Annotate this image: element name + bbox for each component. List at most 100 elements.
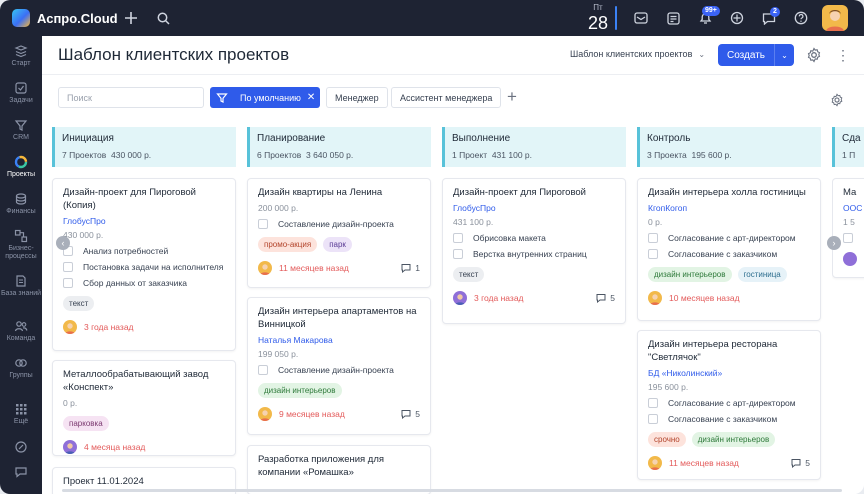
search-input[interactable]: Поиск: [58, 87, 204, 108]
task-item[interactable]: Составление дизайн-проекта: [258, 219, 420, 229]
sidebar-item-groups[interactable]: Группы: [0, 356, 42, 380]
task-checkbox[interactable]: [453, 233, 463, 243]
task-checkbox[interactable]: [648, 414, 658, 424]
sidebar-item-crm[interactable]: CRM: [0, 118, 42, 142]
calendar-date[interactable]: Пт 28: [585, 3, 611, 33]
board-settings-gear-icon[interactable]: [830, 93, 844, 107]
comments-count[interactable]: 5: [596, 293, 615, 303]
mail-icon[interactable]: [632, 9, 650, 27]
filter-chip-manager[interactable]: Менеджер: [326, 87, 388, 108]
more-vertical-icon[interactable]: ⋮: [836, 46, 850, 64]
task-item[interactable]: Согласование с арт-директором: [648, 398, 810, 408]
comments-count[interactable]: 1: [401, 263, 420, 273]
column-header[interactable]: Инициация 7 Проектов 430 000 р.: [52, 127, 236, 167]
close-icon[interactable]: ✕: [307, 92, 315, 103]
create-dropdown-icon[interactable]: ⌄: [775, 51, 794, 60]
task-checkbox[interactable]: [258, 219, 268, 229]
template-select[interactable]: Шаблон клиентских проектов ⌄: [570, 49, 705, 59]
comments-count[interactable]: 5: [401, 409, 420, 419]
task-item[interactable]: Анализ потребностей: [63, 246, 225, 256]
assignee-avatar[interactable]: [258, 407, 272, 421]
project-card[interactable]: Дизайн интерьера холла гостиницы КгопКог…: [637, 178, 821, 321]
card-client-link[interactable]: КгопКогоп: [648, 203, 810, 213]
add-filter-plus-icon[interactable]: +: [504, 86, 520, 108]
task-item[interactable]: Согласование с заказчиком: [648, 414, 810, 424]
assignee-avatar[interactable]: [648, 291, 662, 305]
card-client-link[interactable]: ООС: [843, 203, 864, 213]
card-client-link[interactable]: БД «Николинский»: [648, 368, 810, 378]
task-item[interactable]: Обрисовка макета: [453, 233, 615, 243]
task-item[interactable]: Согласование с заказчиком: [648, 249, 810, 259]
tag[interactable]: дизайн интерьеров: [691, 432, 776, 447]
scroll-right-icon[interactable]: ›: [827, 236, 841, 250]
user-avatar[interactable]: [822, 5, 848, 31]
plus-icon[interactable]: [122, 9, 140, 27]
task-checkbox[interactable]: [648, 398, 658, 408]
column-header[interactable]: Контроль 3 Проекта 195 600 р.: [637, 127, 821, 167]
task-item[interactable]: Согласование с арт-директором: [648, 233, 810, 243]
project-card[interactable]: Дизайн интерьера ресторана "Светлячок" Б…: [637, 330, 821, 480]
task-checkbox[interactable]: [63, 262, 73, 272]
sidebar-item-start[interactable]: Старт: [0, 44, 42, 68]
search-icon[interactable]: [154, 9, 172, 27]
tag[interactable]: парк: [323, 237, 352, 252]
project-card[interactable]: Дизайн квартиры на Ленина 200 000 р. Сос…: [247, 178, 431, 288]
filter-chip-assistant[interactable]: Ассистент менеджера: [391, 87, 502, 108]
sidebar-item-team[interactable]: Команда: [0, 319, 42, 343]
sidebar-item-feedback[interactable]: [0, 465, 42, 481]
task-checkbox[interactable]: [453, 249, 463, 259]
horizontal-scrollbar[interactable]: [62, 489, 842, 492]
notes-icon[interactable]: [664, 9, 682, 27]
tag[interactable]: промо-акция: [258, 237, 318, 252]
project-card[interactable]: Дизайн интерьера апартаментов на Винницк…: [247, 297, 431, 435]
assignee-avatar[interactable]: [258, 261, 272, 275]
tag[interactable]: срочно: [648, 432, 686, 447]
sidebar-item-support[interactable]: [0, 440, 42, 456]
sidebar-item-tasks[interactable]: Задачи: [0, 81, 42, 105]
settings-gear-icon[interactable]: [806, 47, 822, 63]
project-card[interactable]: Дизайн-проект для Пироговой (Копия) Глоб…: [52, 178, 236, 351]
card-client-link[interactable]: ГлобусПро: [453, 203, 615, 213]
sidebar-item-processes[interactable]: Бизнес-процессы: [0, 229, 42, 261]
task-item[interactable]: Верстка внутренних страниц: [453, 249, 615, 259]
scroll-left-icon[interactable]: ‹: [56, 236, 70, 250]
column-header[interactable]: Сда 1 П: [832, 127, 864, 167]
sidebar-item-finance[interactable]: Финансы: [0, 192, 42, 216]
tag[interactable]: текст: [63, 296, 95, 311]
sidebar-item-more[interactable]: Ещё: [0, 402, 42, 426]
help-icon[interactable]: [792, 9, 810, 27]
assignee-avatar[interactable]: [63, 440, 77, 454]
task-checkbox[interactable]: [843, 233, 853, 243]
task-item[interactable]: [843, 233, 864, 243]
assignee-avatar[interactable]: [648, 456, 662, 470]
apps-icon[interactable]: [728, 9, 746, 27]
assignee-avatar[interactable]: [63, 320, 77, 334]
create-button[interactable]: Создать ⌄: [718, 44, 794, 66]
tag[interactable]: парковка: [63, 416, 109, 431]
task-item[interactable]: Сбор данных от заказчика: [63, 278, 225, 288]
tag[interactable]: гостиница: [737, 267, 787, 282]
tag[interactable]: дизайн интерьеров: [648, 267, 732, 282]
filter-default[interactable]: По умолчанию ✕: [210, 87, 320, 108]
column-header[interactable]: Планирование 6 Проектов 3 640 050 р.: [247, 127, 431, 167]
task-checkbox[interactable]: [63, 278, 73, 288]
column-header[interactable]: Выполнение 1 Проект 431 100 р.: [442, 127, 626, 167]
sidebar-item-knowledge[interactable]: База знаний: [0, 274, 42, 298]
task-checkbox[interactable]: [258, 365, 268, 375]
comments-count[interactable]: 5: [791, 458, 810, 468]
task-item[interactable]: Составление дизайн-проекта: [258, 365, 420, 375]
card-client-link[interactable]: Наталья Макарова: [258, 335, 420, 345]
tag[interactable]: дизайн интерьеров: [258, 383, 342, 398]
project-card[interactable]: Дизайн-проект для Пироговой ГлобусПро 43…: [442, 178, 626, 324]
project-card[interactable]: Металлообрабатывающий завод «Конспект» 0…: [52, 360, 236, 456]
task-checkbox[interactable]: [648, 249, 658, 259]
card-client-link[interactable]: ГлобусПро: [63, 216, 225, 226]
task-item[interactable]: Постановка задачи на исполнителя: [63, 262, 225, 272]
project-card[interactable]: Ма ООС 1 5: [832, 178, 864, 278]
assignee-avatar[interactable]: [453, 291, 467, 305]
tag[interactable]: текст: [453, 267, 485, 282]
app-logo[interactable]: Аспро.Cloud: [12, 9, 118, 27]
sidebar-item-projects[interactable]: Проекты: [0, 155, 42, 179]
task-checkbox[interactable]: [648, 233, 658, 243]
assignee-avatar[interactable]: [843, 252, 857, 266]
